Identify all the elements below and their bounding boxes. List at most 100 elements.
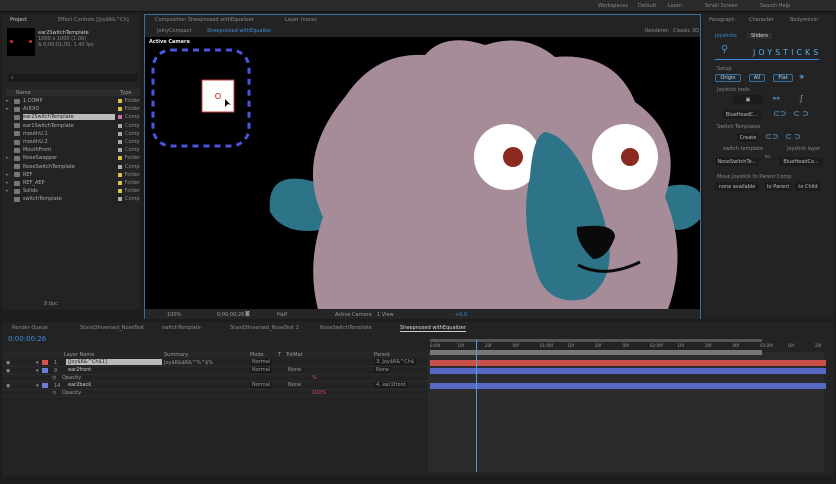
rig-icon[interactable]: ⚹ <box>799 72 804 82</box>
layer-name[interactable]: [Joy$6&^Ch$1] <box>66 359 162 365</box>
timeline-tab[interactable]: Stand3Inversed_NoseTest <box>80 325 144 331</box>
timeline-tab[interactable]: Sheepnosed withEqualizer <box>400 325 467 332</box>
twirl-arrow-icon[interactable]: ▾ <box>36 368 39 374</box>
tab-layer[interactable]: Layer (none) <box>285 17 317 23</box>
eye-icon[interactable]: ◉ <box>6 383 10 389</box>
expand-arrow-icon[interactable]: ▸ <box>6 98 11 104</box>
project-item[interactable]: ear2SwitchTemplate Comp <box>6 113 140 121</box>
label-color[interactable] <box>42 360 48 365</box>
flat-button[interactable]: Flat <box>773 74 793 82</box>
to-parent-button[interactable]: to Parent <box>765 182 791 191</box>
project-item[interactable]: switchTemplate Comp <box>6 195 140 203</box>
column-parent[interactable]: Parent <box>374 352 390 358</box>
add-joystick-button[interactable]: ▣ <box>733 95 763 104</box>
parent-select[interactable]: 4. ear1front <box>374 381 408 388</box>
workspace-item[interactable]: Default <box>638 3 656 9</box>
layer-duration-bar[interactable] <box>430 360 826 366</box>
work-area-bar[interactable] <box>430 350 762 355</box>
tab-effect-controls[interactable]: Effect Controls [Joy$6&^Ch] <box>58 17 129 23</box>
project-item[interactable]: ▸ AUDIO Folder <box>6 105 140 113</box>
project-item[interactable]: ▸ Solids Folder <box>6 187 140 195</box>
workspace-item[interactable]: Workspaces <box>598 3 628 9</box>
tab-bodymovin[interactable]: Bodymovin <box>790 17 818 23</box>
mode-select[interactable]: Normal <box>250 359 273 365</box>
snapshot-icon[interactable]: ◙ <box>245 311 250 317</box>
renderer-label[interactable]: Renderer: <box>645 28 669 34</box>
timeline-tab[interactable]: Render Queue <box>12 325 48 331</box>
expand-arrow-icon[interactable]: ▸ <box>6 188 11 194</box>
property-row[interactable]: ◷ Opacity 100% <box>2 389 430 397</box>
timeline-tab[interactable]: NoseSwitchTemplate <box>320 325 372 331</box>
project-item[interactable]: NoseSwitchTemplate Comp <box>6 163 140 171</box>
column-type[interactable]: Type <box>120 90 131 96</box>
column-summary[interactable]: Summary <box>164 352 188 358</box>
layer-duration-bar[interactable] <box>430 382 826 389</box>
label-color[interactable] <box>42 367 48 373</box>
parent-comp-select[interactable]: none available <box>715 182 759 191</box>
project-item[interactable]: mouthU.2 Comp <box>6 138 140 146</box>
current-time[interactable]: 0;00;00;26 <box>217 312 244 318</box>
unlink-icon[interactable]: ⊂ ⊃ <box>793 109 809 118</box>
column-name[interactable]: Name <box>16 90 31 96</box>
resolution-select[interactable]: Half <box>277 312 287 318</box>
opacity-value[interactable]: 100% <box>312 390 326 396</box>
subtab-sheepnosed[interactable]: Sheepnosed withEqualize <box>207 28 271 34</box>
project-item[interactable]: ear1SwitchTemplate Comp <box>6 122 140 130</box>
tab-project[interactable]: Project <box>10 17 27 23</box>
timeline-tab[interactable]: Stand3Inversed_NoseTest 2 <box>230 325 299 331</box>
eye-icon[interactable]: ◉ <box>6 368 10 374</box>
to-child-button[interactable]: to Child <box>795 182 821 191</box>
stopwatch-icon[interactable]: ◷ <box>52 375 56 381</box>
timeline-tab[interactable]: switchTemplate <box>162 325 201 331</box>
joystick-select[interactable]: BlueHeadC... <box>723 110 761 119</box>
comp-canvas[interactable]: Active Camera <box>145 37 700 309</box>
parent-select[interactable]: 3. Joy$6&^Ch$ <box>374 359 417 365</box>
search-help-input[interactable]: Search Help <box>760 3 790 9</box>
stopwatch-icon[interactable]: ◷ <box>52 390 56 396</box>
work-area-navigator[interactable] <box>430 339 762 342</box>
origin-button[interactable]: Origin <box>715 74 741 82</box>
layer-name[interactable]: ear2front <box>66 367 91 373</box>
project-search-input[interactable]: ⌕ <box>8 74 138 82</box>
subtab-joinycompact[interactable]: JoinyCompact <box>157 28 191 34</box>
project-item[interactable]: MouthFront Comp <box>6 146 140 154</box>
views-select[interactable]: 1 View <box>377 312 394 318</box>
mode-select[interactable]: Normal <box>250 381 273 388</box>
tab-joysticks[interactable]: Joysticks <box>715 33 737 39</box>
expand-arrow-icon[interactable]: ▸ <box>6 155 11 161</box>
unlink-icon[interactable]: ⊂ ⊃ <box>785 132 801 141</box>
opacity-value[interactable]: % <box>312 375 317 381</box>
eye-icon[interactable]: ◉ <box>6 360 10 366</box>
playhead[interactable] <box>476 340 477 472</box>
tab-composition[interactable]: Composition Sheepnosed withEqualizer <box>155 17 254 23</box>
link-tool-icon[interactable]: ⚯ <box>773 94 780 103</box>
zoom-select[interactable]: 100% <box>167 312 181 318</box>
project-item[interactable]: ▸ NoseSwapper Folder <box>6 154 140 162</box>
curve-tool-icon[interactable]: ∫ <box>799 94 803 103</box>
column-trkmat[interactable]: TrkMat <box>286 352 303 358</box>
parent-select[interactable]: None <box>374 366 392 373</box>
layer-duration-bar[interactable] <box>430 367 826 374</box>
project-item[interactable]: mouthU.1 Comp <box>6 130 140 138</box>
link-icon[interactable]: ⊂⊃ <box>765 132 778 141</box>
column-layer-name[interactable]: Layer Name <box>64 352 94 358</box>
expand-arrow-icon[interactable]: ▸ <box>6 106 11 112</box>
twirl-arrow-icon[interactable]: ▾ <box>36 360 39 366</box>
joystick-layer-select[interactable]: BlueHeadCo... <box>779 157 823 166</box>
bpc-label[interactable]: 8 bpc <box>44 301 58 307</box>
expand-arrow-icon[interactable]: ▸ <box>6 180 11 186</box>
switch-template-select[interactable]: NoseSwitchTe... <box>715 157 759 166</box>
tab-sliders[interactable]: Sliders <box>747 33 772 39</box>
trkmat-select[interactable]: None <box>288 367 301 373</box>
twirl-arrow-icon[interactable]: ▾ <box>36 383 39 389</box>
tab-character[interactable]: Character <box>749 17 774 23</box>
layer-name[interactable]: ear2back <box>66 382 91 388</box>
workspace-item[interactable]: Learn <box>668 3 682 9</box>
renderer-value[interactable]: Classic 3D <box>673 28 699 34</box>
exposure-value[interactable]: +0.0 <box>455 312 467 318</box>
link-icon[interactable]: ⊂⊃ <box>773 109 786 118</box>
project-item[interactable]: ▸ REF_AEP Folder <box>6 179 140 187</box>
workspace-item[interactable]: Small Screen <box>705 3 738 9</box>
camera-select[interactable]: Active Camera <box>335 312 372 318</box>
tab-paragraph[interactable]: Paragraph <box>709 17 735 23</box>
